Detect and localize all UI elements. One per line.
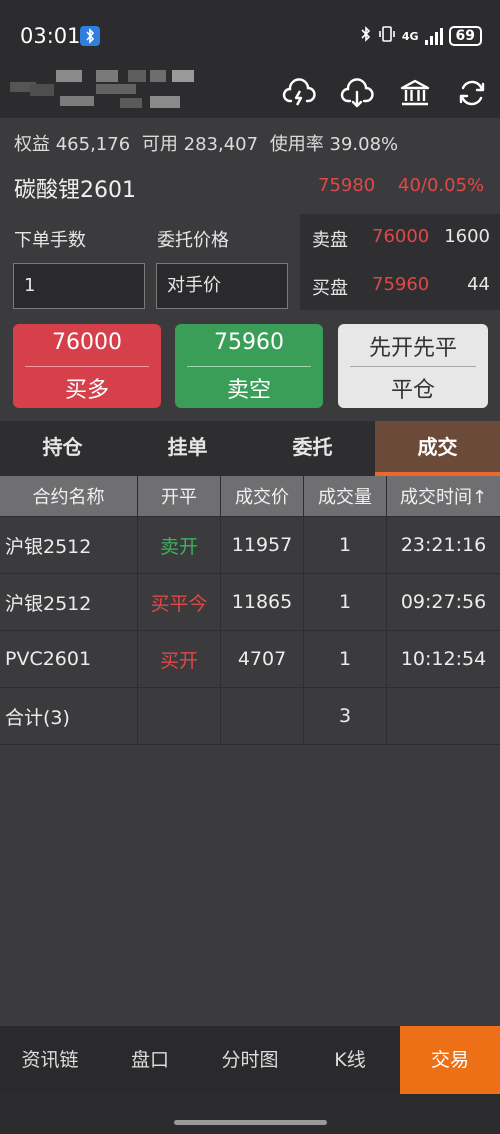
tab-trades[interactable]: 成交 bbox=[375, 421, 500, 476]
tab-pending[interactable]: 挂单 bbox=[125, 421, 250, 476]
ask-price: 76000 bbox=[372, 226, 430, 247]
row-volume: 1 bbox=[304, 631, 387, 687]
status-bar: 03:01 4G 69 bbox=[0, 0, 500, 70]
row-contract: 沪银2512 bbox=[0, 574, 138, 630]
cloud-download-icon[interactable] bbox=[340, 76, 374, 110]
instrument-name[interactable]: 碳酸锂2601 bbox=[14, 172, 136, 204]
bank-icon[interactable] bbox=[398, 76, 432, 110]
sell-divider bbox=[187, 366, 311, 367]
qty-input[interactable]: 1 bbox=[13, 263, 145, 309]
sell-label: 卖空 bbox=[226, 378, 271, 403]
sell-short-button[interactable]: 75960 卖空 bbox=[175, 324, 323, 408]
nav-trade[interactable]: 交易 bbox=[400, 1026, 500, 1094]
header-contract[interactable]: 合约名称 bbox=[0, 476, 138, 516]
nav-market-depth[interactable]: 盘口 bbox=[100, 1026, 200, 1094]
record-tabs: 持仓 挂单 委托 成交 bbox=[0, 421, 500, 476]
gesture-area bbox=[0, 1094, 500, 1134]
bluetooth-badge-icon bbox=[80, 26, 100, 46]
vibrate-icon bbox=[378, 25, 396, 47]
header-time[interactable]: 成交时间↑ bbox=[387, 476, 500, 516]
close-divider bbox=[350, 366, 476, 367]
instrument-last-price: 75980 bbox=[318, 175, 376, 196]
ask-side-label: 卖盘 bbox=[312, 230, 348, 251]
refresh-icon[interactable] bbox=[455, 76, 489, 110]
table-header: 合约名称 开平 成交价 成交量 成交时间↑ bbox=[0, 476, 500, 517]
bid-qty: 44 bbox=[467, 274, 490, 295]
price-label: 委托价格 bbox=[157, 230, 229, 251]
home-gesture-bar[interactable] bbox=[174, 1120, 327, 1125]
total-label: 合计(3) bbox=[0, 688, 138, 744]
table-row[interactable]: 沪银2512 卖开 11957 1 23:21:16 bbox=[0, 517, 500, 574]
instrument-change: 40/0.05% bbox=[398, 175, 485, 196]
table-row[interactable]: 沪银2512 买平今 11865 1 09:27:56 bbox=[0, 574, 500, 631]
buy-label: 买多 bbox=[64, 378, 109, 403]
signal-icon bbox=[424, 27, 443, 45]
buy-price: 76000 bbox=[52, 330, 122, 355]
account-summary: 权益 465,176 可用 283,407 使用率 39.08% bbox=[14, 130, 404, 156]
order-book: 卖盘 76000 1600 买盘 75960 44 bbox=[300, 214, 500, 310]
row-contract: 沪银2512 bbox=[0, 517, 138, 573]
bid-side-label: 买盘 bbox=[312, 278, 348, 299]
row-time: 09:27:56 bbox=[400, 591, 487, 613]
battery-indicator: 69 bbox=[448, 26, 482, 46]
sell-price: 75960 bbox=[214, 330, 284, 355]
row-volume: 1 bbox=[304, 517, 387, 573]
close-mode: 先开先平 bbox=[368, 336, 457, 361]
total-empty-2 bbox=[221, 688, 304, 744]
row-time: 23:21:16 bbox=[400, 534, 487, 556]
price-type-input[interactable]: 对手价 bbox=[156, 263, 288, 309]
row-open-close: 卖开 bbox=[138, 517, 221, 573]
status-time: 03:01 bbox=[20, 24, 81, 48]
network-label: 4G bbox=[401, 29, 419, 43]
nav-news-chain[interactable]: 资讯链 bbox=[0, 1026, 100, 1094]
buy-long-button[interactable]: 76000 买多 bbox=[13, 324, 161, 408]
qty-label: 下单手数 bbox=[14, 230, 86, 251]
tab-positions[interactable]: 持仓 bbox=[0, 421, 125, 476]
trades-table: 合约名称 开平 成交价 成交量 成交时间↑ 沪银2512 卖开 11957 1 … bbox=[0, 476, 500, 745]
close-position-button[interactable]: 先开先平 平仓 bbox=[338, 324, 488, 408]
equity-text: 权益 465,176 bbox=[14, 134, 131, 155]
nav-intraday-chart[interactable]: 分时图 bbox=[200, 1026, 300, 1094]
status-right: 4G 69 bbox=[360, 25, 482, 47]
header-open-close[interactable]: 开平 bbox=[138, 476, 221, 516]
close-label: 平仓 bbox=[390, 378, 435, 403]
ask-qty: 1600 bbox=[444, 226, 490, 247]
nav-kline[interactable]: K线 bbox=[300, 1026, 400, 1094]
buy-divider bbox=[25, 366, 149, 367]
usage-text: 使用率 39.08% bbox=[269, 134, 399, 155]
row-volume: 1 bbox=[304, 574, 387, 630]
row-price: 4707 bbox=[221, 631, 304, 687]
total-volume: 3 bbox=[304, 688, 387, 744]
cloud-upload-icon[interactable] bbox=[282, 76, 316, 110]
app-header bbox=[0, 70, 500, 118]
row-open-close: 买开 bbox=[138, 631, 221, 687]
total-empty-1 bbox=[138, 688, 221, 744]
table-total-row: 合计(3) 3 bbox=[0, 688, 500, 745]
row-contract: PVC2601 bbox=[0, 631, 138, 687]
table-row[interactable]: PVC2601 买开 4707 1 10:12:54 bbox=[0, 631, 500, 688]
row-price: 11865 bbox=[221, 574, 304, 630]
bottom-nav: 资讯链 盘口 分时图 K线 交易 bbox=[0, 1026, 500, 1094]
available-text: 可用 283,407 bbox=[141, 134, 259, 155]
header-price[interactable]: 成交价 bbox=[221, 476, 304, 516]
row-price: 11957 bbox=[221, 517, 304, 573]
header-volume[interactable]: 成交量 bbox=[304, 476, 387, 516]
bid-price: 75960 bbox=[372, 274, 430, 295]
tab-orders[interactable]: 委托 bbox=[250, 421, 375, 476]
bluetooth-icon bbox=[360, 25, 372, 47]
row-time: 10:12:54 bbox=[400, 648, 487, 670]
row-open-close: 买平今 bbox=[138, 574, 221, 630]
total-empty-3 bbox=[387, 688, 500, 744]
